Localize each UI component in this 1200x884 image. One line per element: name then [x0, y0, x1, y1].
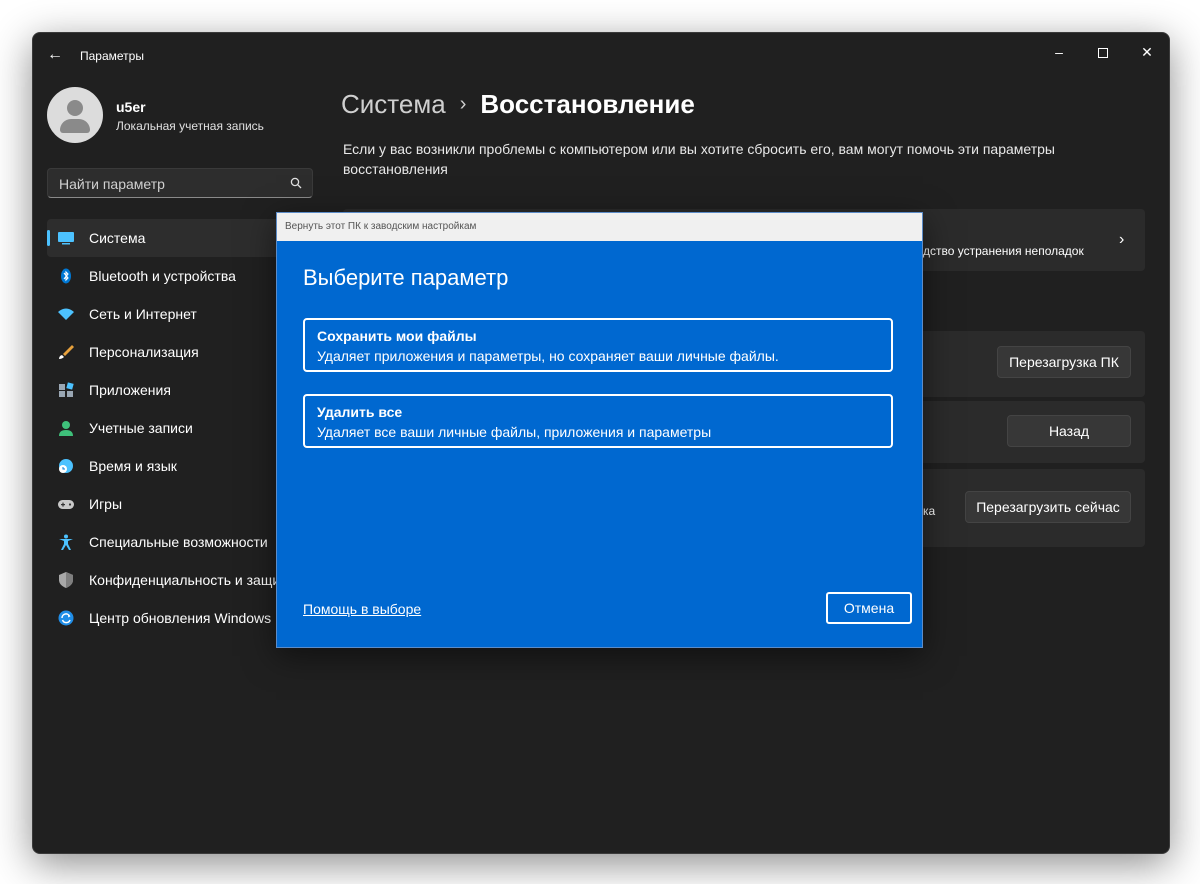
reset-pc-dialog: Вернуть этот ПК к заводским настройкам В…	[276, 212, 923, 648]
apps-icon	[59, 382, 74, 397]
sidebar-item-label: Приложения	[89, 382, 171, 398]
sidebar-item-label: Время и язык	[89, 458, 177, 474]
user-name: u5er	[116, 99, 146, 115]
avatar-body-icon	[60, 119, 90, 133]
windows-update-icon	[58, 610, 74, 626]
search-icon	[290, 177, 302, 189]
gamepad-icon	[58, 500, 74, 509]
sidebar-item-gaming[interactable]: Игры	[47, 485, 307, 523]
reset-pc-button[interactable]: Перезагрузка ПК	[997, 346, 1131, 378]
breadcrumb-parent[interactable]: Система	[341, 89, 446, 119]
shield-icon	[59, 572, 73, 588]
avatar[interactable]	[47, 87, 103, 143]
sidebar-item-label: Конфиденциальность и защи	[89, 572, 281, 588]
advanced-startup-text: ка	[923, 504, 936, 518]
chevron-right-icon: ›	[1119, 231, 1125, 248]
go-back-button[interactable]: Назад	[1007, 415, 1131, 447]
sidebar-item-privacy[interactable]: Конфиденциальность и защи	[47, 561, 307, 599]
brush-icon	[59, 345, 74, 359]
option-description: Удаляет все ваши личные файлы, приложени…	[317, 424, 712, 440]
sidebar-item-network[interactable]: Сеть и Интернет	[47, 295, 307, 333]
sidebar-item-apps[interactable]: Приложения	[47, 371, 307, 409]
avatar-head-icon	[67, 100, 83, 116]
maximize-icon[interactable]	[1081, 37, 1125, 67]
sidebar-item-personalization[interactable]: Персонализация	[47, 333, 307, 371]
sidebar-item-label: Bluetooth и устройства	[89, 268, 236, 284]
accessibility-icon	[59, 534, 73, 550]
dialog-title: Вернуть этот ПК к заводским настройкам	[285, 221, 477, 232]
search-placeholder: Найти параметр	[59, 176, 165, 192]
sidebar-item-accounts[interactable]: Учетные записи	[47, 409, 307, 447]
sidebar-item-label: Учетные записи	[89, 420, 193, 436]
sidebar-item-label: Игры	[89, 496, 123, 512]
cancel-button[interactable]: Отмена	[826, 592, 912, 624]
option-title: Сохранить мои файлы	[317, 328, 477, 344]
keep-files-option[interactable]: Сохранить мои файлы Удаляет приложения и…	[303, 318, 893, 372]
close-icon[interactable]: ✕	[1125, 37, 1169, 67]
sidebar-item-label: Система	[89, 230, 146, 246]
sidebar-item-label: Персонализация	[89, 344, 199, 360]
page-title: Восстановление	[480, 89, 695, 119]
sidebar-item-system[interactable]: Система	[47, 219, 307, 257]
restart-now-button[interactable]: Перезагрузить сейчас	[965, 491, 1131, 523]
sidebar-nav: Система Bluetooth и устройства Сеть и Ин…	[47, 219, 307, 637]
troubleshoot-text: дство устранения неполадок	[923, 244, 1084, 258]
dialog-title-bar: Вернуть этот ПК к заводским настройкам	[277, 213, 922, 241]
wifi-icon	[58, 308, 74, 320]
sidebar-item-accessibility[interactable]: Специальные возможности	[47, 523, 307, 561]
sidebar-item-label: Сеть и Интернет	[89, 306, 197, 322]
sidebar-item-label: Специальные возможности	[89, 534, 268, 550]
search-input[interactable]: Найти параметр	[47, 168, 313, 198]
sidebar-item-label: Центр обновления Windows	[89, 610, 272, 626]
accounts-icon	[59, 421, 73, 436]
bluetooth-icon	[61, 268, 71, 284]
active-indicator	[47, 230, 50, 246]
system-icon	[58, 232, 74, 245]
sidebar-item-bluetooth[interactable]: Bluetooth и устройства	[47, 257, 307, 295]
dialog-heading: Выберите параметр	[303, 265, 509, 290]
help-choosing-link[interactable]: Помощь в выборе	[303, 601, 421, 617]
sidebar-item-time-language[interactable]: Время и язык	[47, 447, 307, 485]
option-title: Удалить все	[317, 404, 403, 420]
page-description: Если у вас возникли проблемы с компьютер…	[343, 141, 1055, 177]
chevron-right-icon: ›	[459, 93, 467, 115]
minimize-icon[interactable]: –	[1037, 37, 1081, 67]
back-arrow-icon[interactable]: ←	[45, 45, 65, 65]
option-description: Удаляет приложения и параметры, но сохра…	[317, 348, 779, 364]
time-language-icon	[59, 459, 73, 473]
account-type: Локальная учетная запись	[116, 119, 264, 133]
sidebar-item-windows-update[interactable]: Центр обновления Windows	[47, 599, 307, 637]
remove-everything-option[interactable]: Удалить все Удаляет все ваши личные файл…	[303, 394, 893, 448]
breadcrumb: Система › Восстановление	[341, 89, 695, 120]
title-bar: ← Параметры – ✕	[33, 33, 1169, 79]
app-title: Параметры	[80, 49, 144, 63]
